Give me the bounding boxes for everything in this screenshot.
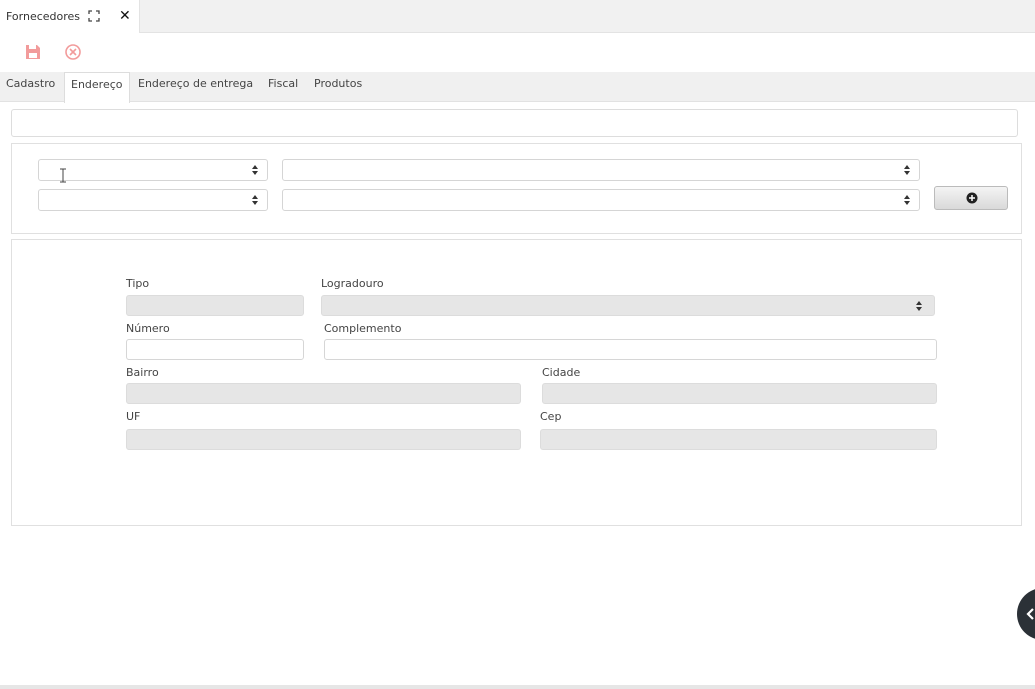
select-arrows-icon: [916, 301, 922, 311]
add-button[interactable]: [934, 186, 1008, 210]
cancel-circle-icon[interactable]: [63, 42, 83, 62]
select-arrows-icon: [252, 165, 258, 175]
filter-select-4[interactable]: [282, 189, 920, 211]
text-cursor-icon: [60, 168, 66, 183]
cidade-field: [542, 383, 937, 404]
close-icon[interactable]: ✕: [119, 8, 131, 24]
chevron-left-icon: [1026, 608, 1034, 620]
plus-circle-icon: [966, 192, 978, 204]
select-arrows-icon: [252, 195, 258, 205]
numero-field[interactable]: [126, 339, 304, 360]
form-tabs: Cadastro Endereço Endereço de entrega Fi…: [0, 72, 1035, 103]
logradouro-label: Logradouro: [321, 277, 384, 290]
tab-endereco-de-entrega[interactable]: Endereço de entrega: [138, 72, 253, 102]
uf-field: [126, 429, 521, 450]
tab-endereco[interactable]: Endereço: [64, 72, 130, 103]
bairro-field: [126, 383, 521, 404]
tipo-field: [126, 295, 304, 316]
select-arrows-icon: [904, 165, 910, 175]
complemento-label: Complemento: [324, 322, 402, 335]
tab-produtos[interactable]: Produtos: [314, 72, 362, 102]
complemento-field[interactable]: [324, 339, 937, 360]
filter-select-3[interactable]: [38, 189, 268, 211]
cep-label: Cep: [540, 410, 562, 423]
save-icon[interactable]: [23, 42, 43, 62]
cep-field: [540, 429, 937, 450]
header-field[interactable]: [11, 109, 1018, 137]
tab-cadastro[interactable]: Cadastro: [6, 72, 55, 102]
bottom-divider: [0, 685, 1035, 689]
filter-select-2[interactable]: [282, 159, 920, 181]
uf-label: UF: [126, 410, 141, 423]
cidade-label: Cidade: [542, 366, 581, 379]
logradouro-select: [321, 295, 935, 316]
document-tab-fornecedores[interactable]: Fornecedores ✕: [0, 0, 140, 33]
document-tab-title: Fornecedores: [6, 10, 81, 23]
select-arrows-icon: [904, 195, 910, 205]
filter-select-1[interactable]: [38, 159, 268, 181]
numero-label: Número: [126, 322, 170, 335]
tipo-label: Tipo: [126, 277, 150, 290]
expand-icon[interactable]: [88, 10, 100, 22]
side-panel-toggle-button[interactable]: [1017, 588, 1035, 640]
toolbar: [0, 34, 1035, 72]
tab-fiscal[interactable]: Fiscal: [268, 72, 298, 102]
document-tab-bar: Fornecedores ✕: [0, 0, 1035, 33]
bairro-label: Bairro: [126, 366, 159, 379]
